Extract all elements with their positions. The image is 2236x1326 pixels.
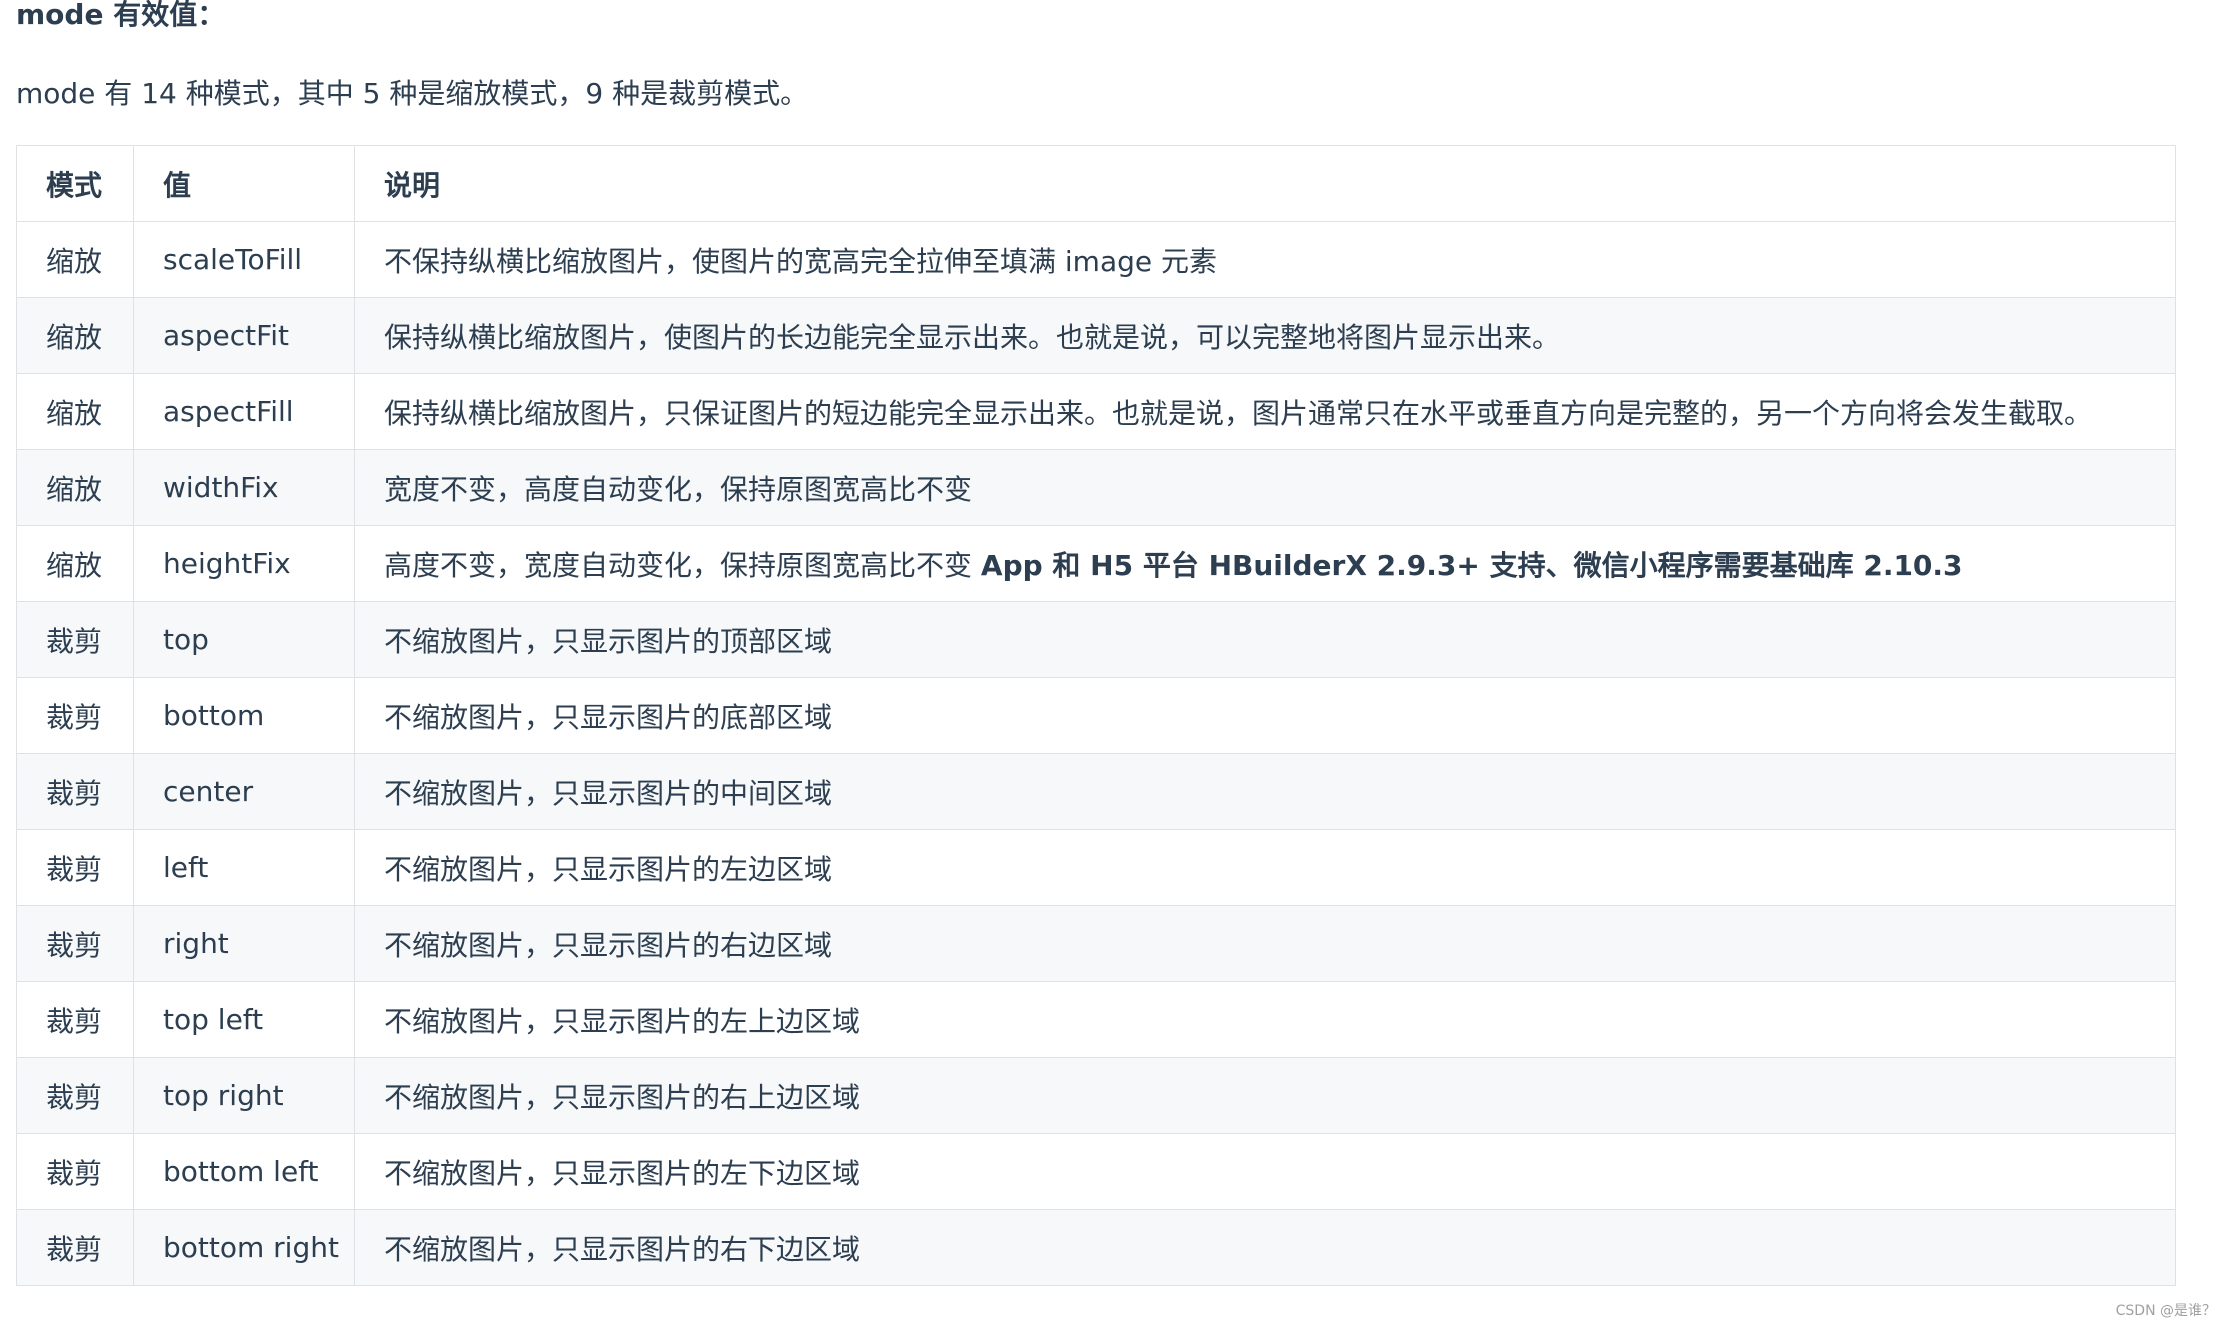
cell-value: widthFix (133, 449, 355, 526)
description-text: 不缩放图片，只显示图片的右上边区域 (384, 1080, 861, 1114)
description-text: 不保持纵横比缩放图片，使图片的宽高完全拉伸至填满 image 元素 (384, 244, 1218, 278)
description-text: 不缩放图片，只显示图片的左下边区域 (384, 1156, 861, 1190)
cell-mode: 缩放 (16, 221, 134, 298)
table-row: 裁剪 right 不缩放图片，只显示图片的右边区域 (16, 905, 2176, 982)
cell-mode: 裁剪 (16, 1133, 134, 1210)
description-note: App 和 H5 平台 HBuilderX 2.9.3+ 支持、微信小程序需要基… (980, 548, 1963, 582)
mode-table: 模式 值 说明 缩放 scaleToFill 不保持纵横比缩放图片，使图片的宽高… (16, 145, 2176, 1286)
cell-value: top right (133, 1057, 355, 1134)
cell-value: heightFix (133, 525, 355, 602)
table-row: 裁剪 top 不缩放图片，只显示图片的顶部区域 (16, 601, 2176, 678)
table-row: 裁剪 bottom right 不缩放图片，只显示图片的右下边区域 (16, 1209, 2176, 1286)
cell-value: top left (133, 981, 355, 1058)
header-description: 说明 (354, 145, 2176, 222)
watermark: CSDN @是谁？ (2115, 1303, 2216, 1319)
cell-mode: 裁剪 (16, 753, 134, 830)
description-text: 保持纵横比缩放图片，只保证图片的短边能完全显示出来。也就是说，图片通常只在水平或… (384, 396, 2093, 430)
cell-value: top (133, 601, 355, 678)
description-text: 不缩放图片，只显示图片的右下边区域 (384, 1232, 861, 1266)
cell-mode: 裁剪 (16, 601, 134, 678)
cell-value: center (133, 753, 355, 830)
description-text: 不缩放图片，只显示图片的中间区域 (384, 776, 833, 810)
header-mode: 模式 (16, 145, 134, 222)
table-row: 缩放 aspectFit 保持纵横比缩放图片，使图片的长边能完全显示出来。也就是… (16, 297, 2176, 374)
table-header: 模式 值 说明 (16, 145, 2176, 222)
intro-paragraph: mode 有 14 种模式，其中 5 种是缩放模式，9 种是裁剪模式。 (16, 77, 809, 110)
cell-description: 不缩放图片，只显示图片的右边区域 (354, 905, 2176, 982)
cell-description: 不缩放图片，只显示图片的左下边区域 (354, 1133, 2176, 1210)
cell-value: right (133, 905, 355, 982)
cell-description: 不缩放图片，只显示图片的左边区域 (354, 829, 2176, 906)
description-text: 高度不变，宽度自动变化，保持原图宽高比不变 (384, 548, 981, 582)
table-row: 裁剪 center 不缩放图片，只显示图片的中间区域 (16, 753, 2176, 830)
cell-mode: 裁剪 (16, 677, 134, 754)
description-text: 不缩放图片，只显示图片的右边区域 (384, 928, 833, 962)
description-text: 不缩放图片，只显示图片的左边区域 (384, 852, 833, 886)
table-row: 缩放 widthFix 宽度不变，高度自动变化，保持原图宽高比不变 (16, 449, 2176, 526)
table-row: 缩放 aspectFill 保持纵横比缩放图片，只保证图片的短边能完全显示出来。… (16, 373, 2176, 450)
cell-description: 高度不变，宽度自动变化，保持原图宽高比不变 App 和 H5 平台 HBuild… (354, 525, 2176, 602)
cell-value: scaleToFill (133, 221, 355, 298)
table-row: 裁剪 bottom 不缩放图片，只显示图片的底部区域 (16, 677, 2176, 754)
cell-description: 不缩放图片，只显示图片的底部区域 (354, 677, 2176, 754)
cell-value: aspectFill (133, 373, 355, 450)
cell-mode: 裁剪 (16, 829, 134, 906)
header-value: 值 (133, 145, 355, 222)
cell-description: 不缩放图片，只显示图片的左上边区域 (354, 981, 2176, 1058)
table-row: 裁剪 bottom left 不缩放图片，只显示图片的左下边区域 (16, 1133, 2176, 1210)
cell-mode: 缩放 (16, 297, 134, 374)
table-row: 缩放 heightFix 高度不变，宽度自动变化，保持原图宽高比不变 App 和… (16, 525, 2176, 602)
cell-mode: 裁剪 (16, 905, 134, 982)
table-row: 裁剪 top left 不缩放图片，只显示图片的左上边区域 (16, 981, 2176, 1058)
table-row: 裁剪 left 不缩放图片，只显示图片的左边区域 (16, 829, 2176, 906)
header-row: 模式 值 说明 (16, 145, 2176, 222)
cell-mode: 裁剪 (16, 1057, 134, 1134)
cell-mode: 裁剪 (16, 1209, 134, 1286)
cell-description: 不保持纵横比缩放图片，使图片的宽高完全拉伸至填满 image 元素 (354, 221, 2176, 298)
document-page: mode 有效值： mode 有 14 种模式，其中 5 种是缩放模式，9 种是… (0, 0, 2236, 1326)
cell-value: left (133, 829, 355, 906)
description-text: 不缩放图片，只显示图片的底部区域 (384, 700, 833, 734)
cell-description: 不缩放图片，只显示图片的右上边区域 (354, 1057, 2176, 1134)
description-text: 保持纵横比缩放图片，使图片的长边能完全显示出来。也就是说，可以完整地将图片显示出… (384, 320, 1561, 354)
cell-description: 不缩放图片，只显示图片的顶部区域 (354, 601, 2176, 678)
cell-mode: 缩放 (16, 449, 134, 526)
cell-mode: 裁剪 (16, 981, 134, 1058)
cell-value: bottom (133, 677, 355, 754)
section-heading: mode 有效值： (16, 0, 226, 31)
table-row: 裁剪 top right 不缩放图片，只显示图片的右上边区域 (16, 1057, 2176, 1134)
table-body: 缩放 scaleToFill 不保持纵横比缩放图片，使图片的宽高完全拉伸至填满 … (16, 221, 2176, 1286)
cell-description: 不缩放图片，只显示图片的右下边区域 (354, 1209, 2176, 1286)
description-text: 不缩放图片，只显示图片的顶部区域 (384, 624, 833, 658)
description-text: 宽度不变，高度自动变化，保持原图宽高比不变 (384, 472, 973, 506)
cell-mode: 缩放 (16, 525, 134, 602)
cell-description: 保持纵横比缩放图片，使图片的长边能完全显示出来。也就是说，可以完整地将图片显示出… (354, 297, 2176, 374)
description-text: 不缩放图片，只显示图片的左上边区域 (384, 1004, 861, 1038)
cell-description: 保持纵横比缩放图片，只保证图片的短边能完全显示出来。也就是说，图片通常只在水平或… (354, 373, 2176, 450)
cell-mode: 缩放 (16, 373, 134, 450)
table-row: 缩放 scaleToFill 不保持纵横比缩放图片，使图片的宽高完全拉伸至填满 … (16, 221, 2176, 298)
cell-value: bottom left (133, 1133, 355, 1210)
cell-value: aspectFit (133, 297, 355, 374)
cell-description: 宽度不变，高度自动变化，保持原图宽高比不变 (354, 449, 2176, 526)
cell-description: 不缩放图片，只显示图片的中间区域 (354, 753, 2176, 830)
cell-value: bottom right (133, 1209, 355, 1286)
